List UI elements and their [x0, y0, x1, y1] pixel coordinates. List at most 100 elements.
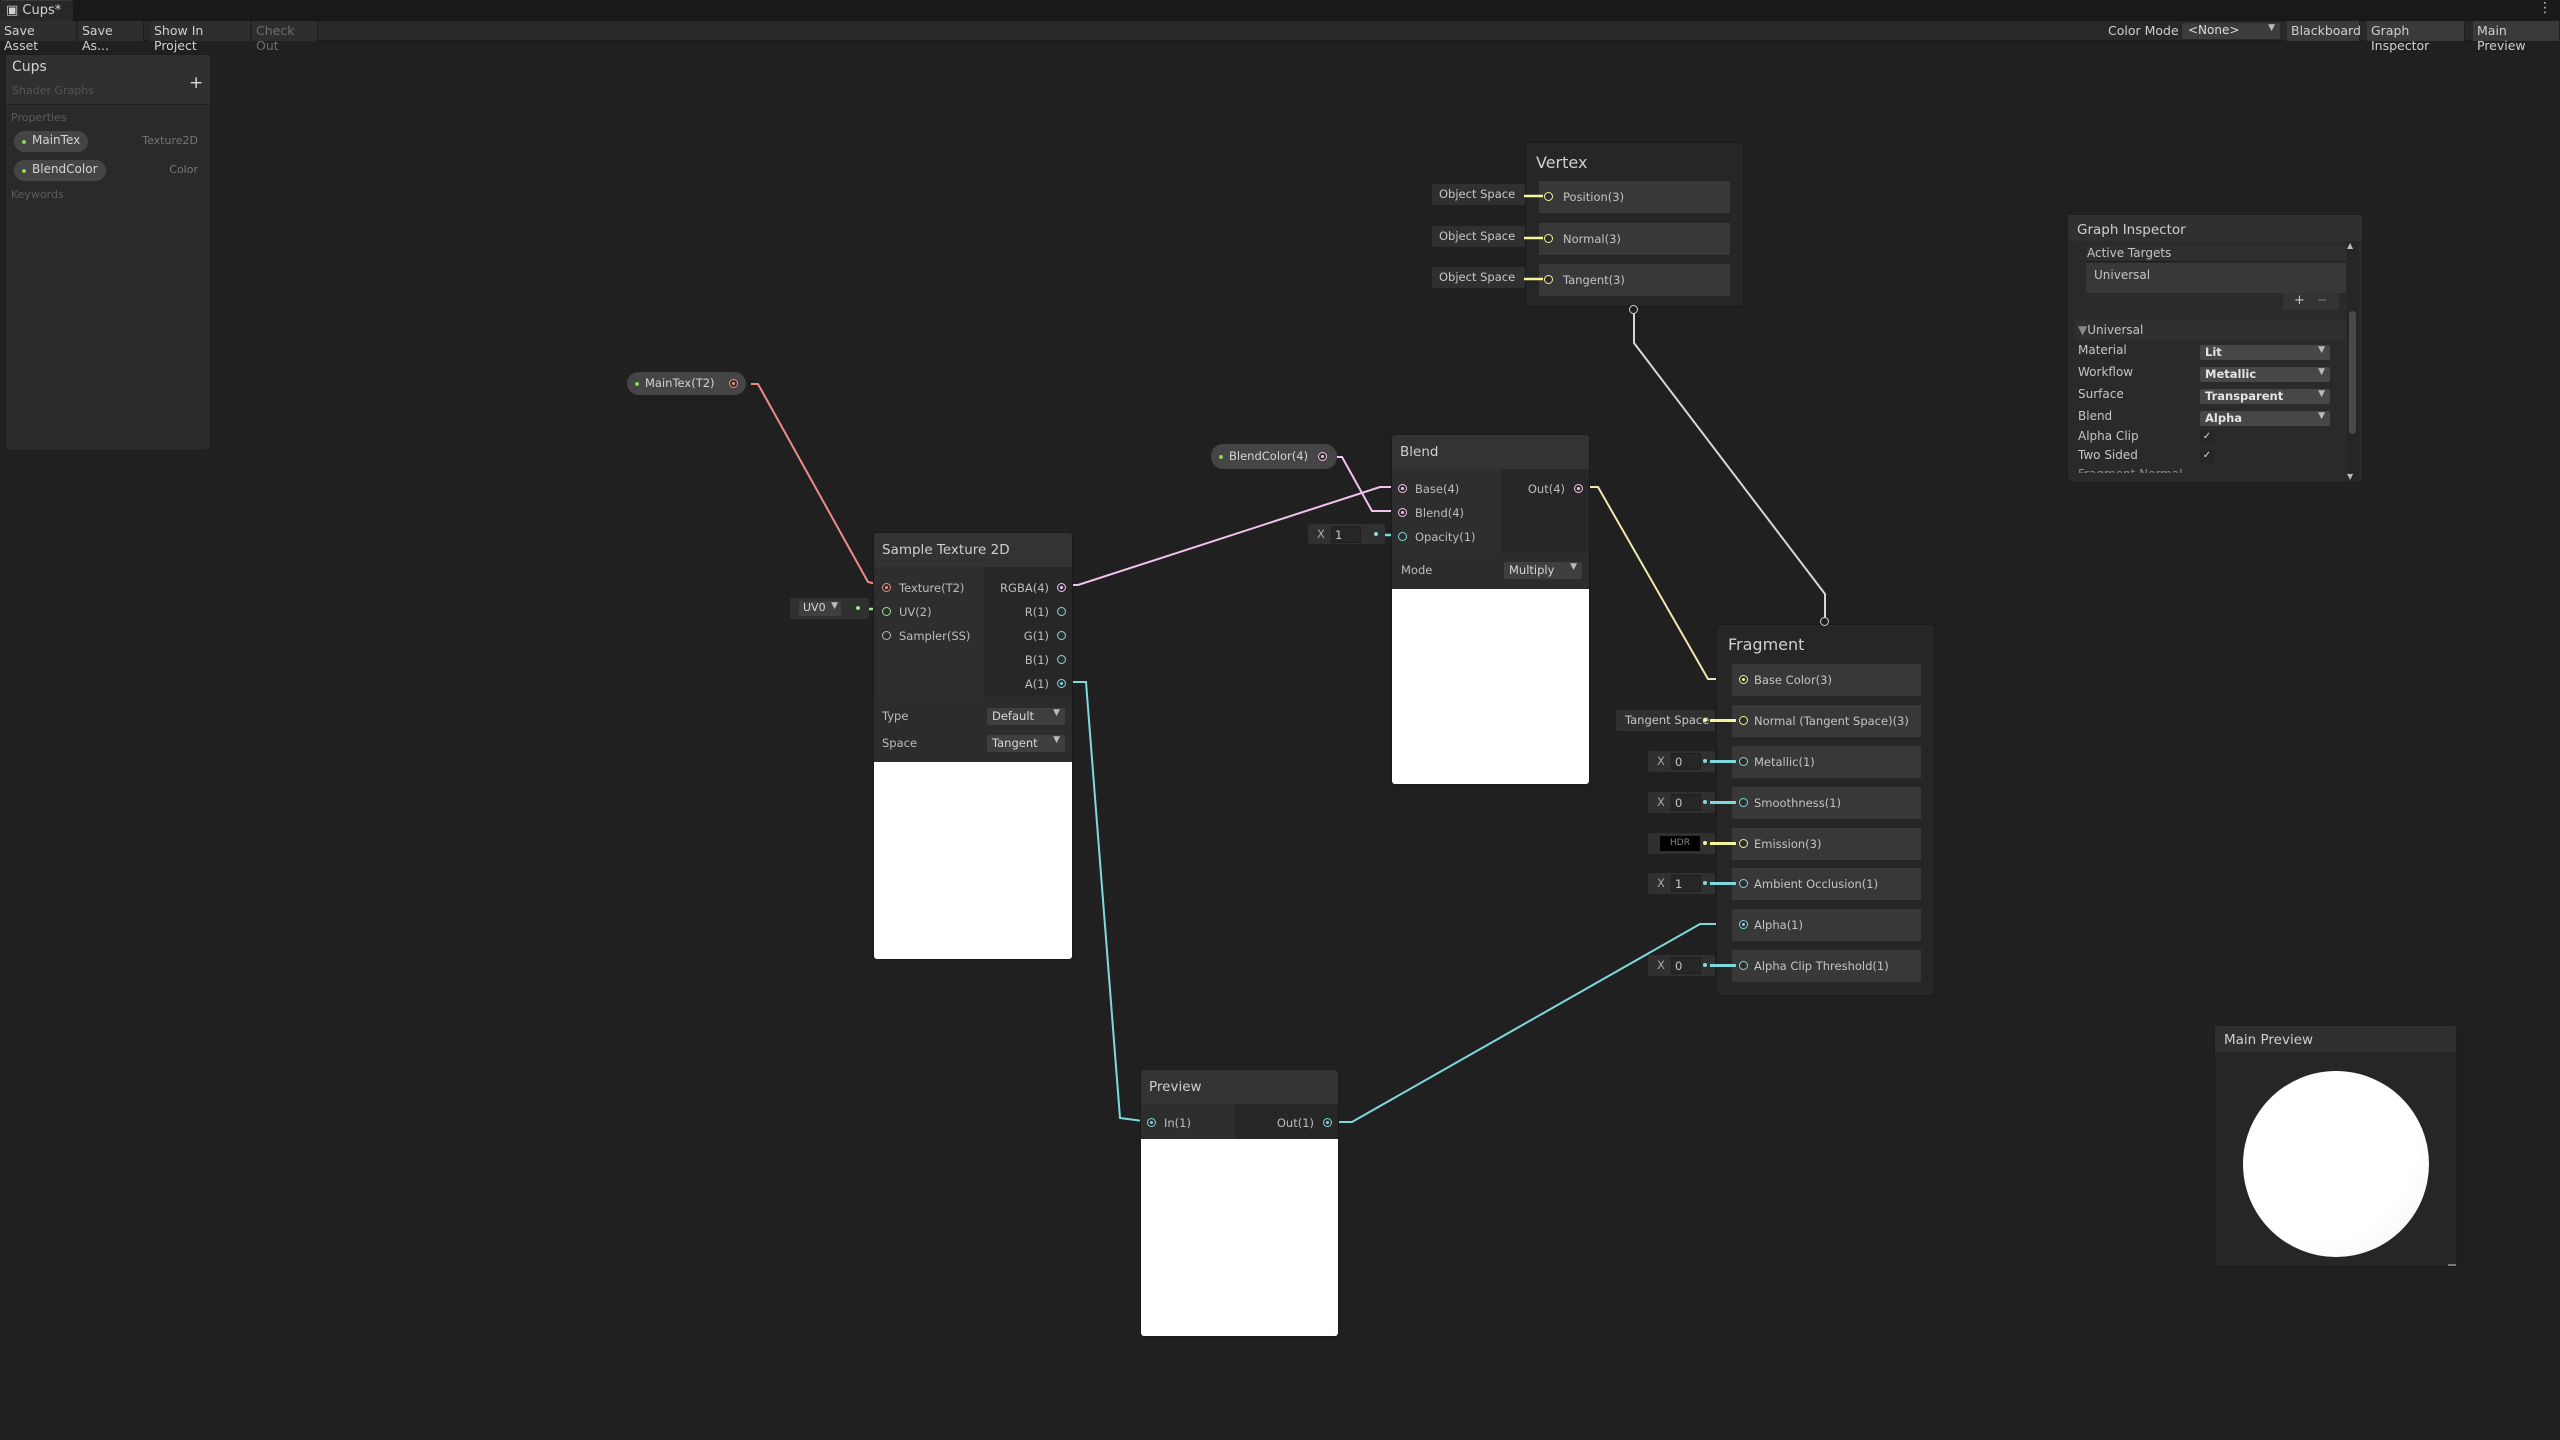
fragment-input-default[interactable]: X1 [1648, 873, 1715, 894]
universal-section-header[interactable]: ▼Universal [2074, 320, 2346, 340]
graph-inspector-toggle[interactable]: Graph Inspector [2367, 21, 2465, 53]
opacity-default[interactable]: X1 [1308, 524, 1385, 544]
edge-maintex-texture [751, 383, 886, 587]
output-r[interactable]: R(1) [1025, 605, 1049, 619]
property-type: Color [169, 163, 198, 176]
input-opacity[interactable]: Opacity(1) [1398, 530, 1476, 544]
setting-label: Two Sided [2078, 448, 2138, 462]
blend-node[interactable]: Blend Base(4) Blend(4) Opacity(1) Out(4)… [1391, 434, 1590, 785]
input-texture[interactable]: Texture(T2) [882, 581, 964, 595]
show-in-project-button[interactable]: Show In Project [150, 21, 251, 53]
output-rgba[interactable]: RGBA(4) [1000, 581, 1049, 595]
add-icon[interactable]: + [189, 73, 203, 93]
fragment-input-row[interactable]: Base Color(3) [1732, 664, 1921, 696]
input-uv[interactable]: UV(2) [882, 605, 932, 619]
blendcolor-property-node[interactable]: BlendColor(4) [1211, 444, 1337, 469]
port-icon[interactable] [1739, 839, 1748, 848]
type-dropdown[interactable]: Default ▼ [987, 708, 1065, 725]
resize-handle[interactable] [2448, 1264, 2456, 1266]
edge-vertex-fragment [1633, 310, 1826, 622]
input-blend[interactable]: Blend(4) [1398, 506, 1464, 520]
input-base[interactable]: Base(4) [1398, 482, 1459, 496]
property-maintex[interactable]: MainTex [14, 131, 89, 152]
active-targets-header: Active Targets [2086, 246, 2346, 262]
output-b[interactable]: B(1) [1025, 653, 1049, 667]
port-icon[interactable] [1739, 757, 1748, 766]
property-blendcolor[interactable]: BlendColor [14, 160, 106, 181]
property-type: Texture2D [142, 134, 198, 147]
position-default[interactable]: Object Space [1432, 184, 1525, 205]
color-mode-label: Color Mode [2108, 23, 2179, 38]
output-out[interactable]: Out(1) [1277, 1116, 1314, 1130]
port-icon[interactable] [1739, 961, 1748, 970]
check-out-button[interactable]: Check Out [252, 21, 318, 53]
input-in[interactable]: In(1) [1147, 1116, 1191, 1130]
input-sampler[interactable]: Sampler(SS) [882, 629, 970, 643]
normal-default[interactable]: Object Space [1432, 226, 1525, 247]
fragment-input-row[interactable]: Normal (Tangent Space)(3) [1732, 705, 1921, 737]
fragment-input-row[interactable]: Metallic(1) [1732, 746, 1921, 778]
fragment-input-row[interactable]: Smoothness(1) [1732, 787, 1921, 819]
output-g[interactable]: G(1) [1024, 629, 1049, 643]
surface-dropdown[interactable]: Transparent ▼ [2200, 389, 2330, 404]
two-sided-checkbox[interactable]: ✓ [2200, 449, 2214, 463]
fragment-flow-port[interactable] [1820, 617, 1829, 626]
fragment-input-row[interactable]: Emission(3) [1732, 828, 1921, 860]
preview-sphere[interactable] [2243, 1071, 2429, 1257]
material-dropdown[interactable]: Lit ▼ [2200, 345, 2330, 360]
vertex-input-position[interactable]: Position(3) [1539, 181, 1730, 213]
fragment-input-default[interactable]: Tangent Space [1616, 710, 1715, 731]
port-icon[interactable] [1739, 798, 1748, 807]
main-preview-title: Main Preview [2224, 1032, 2314, 1048]
fragment-input-default[interactable]: X0 [1648, 751, 1715, 772]
tangent-default[interactable]: Object Space [1432, 267, 1525, 288]
alpha-clip-checkbox[interactable]: ✓ [2200, 430, 2214, 444]
fragment-input-default[interactable]: X0 [1648, 792, 1715, 813]
sample-texture-2d-node[interactable]: Sample Texture 2D Texture(T2) UV(2) Samp… [873, 532, 1073, 960]
maintex-property-node[interactable]: MainTex(T2) [627, 372, 746, 395]
port-icon[interactable] [1739, 879, 1748, 888]
preview-node[interactable]: Preview In(1) Out(1) [1140, 1069, 1339, 1337]
fragment-input-row[interactable]: Alpha(1) [1732, 909, 1921, 941]
port-icon[interactable] [1739, 920, 1748, 929]
fragment-input-default[interactable]: X0 [1648, 955, 1715, 976]
fragment-input-row[interactable]: Ambient Occlusion(1) [1732, 868, 1921, 900]
setting-label: Blend [2078, 409, 2113, 423]
output-a[interactable]: A(1) [1025, 677, 1049, 691]
inspector-scrollbar[interactable]: ▲ ▼ [2347, 241, 2359, 481]
workflow-dropdown[interactable]: Metallic ▼ [2200, 367, 2330, 382]
port-icon[interactable] [1739, 716, 1748, 725]
kebab-icon[interactable]: ⋮ [2538, 0, 2552, 16]
mode-label: Mode [1401, 563, 1433, 577]
port-icon[interactable] [1739, 675, 1748, 684]
blackboard-toggle[interactable]: Blackboard [2287, 21, 2361, 41]
type-label: Type [882, 709, 909, 723]
scrollbar-thumb[interactable] [2349, 311, 2356, 434]
vertex-input-normal[interactable]: Normal(3) [1539, 223, 1730, 255]
color-mode-dropdown[interactable]: <None> ▼ [2182, 23, 2280, 39]
chevron-down-icon: ▼ [1570, 562, 1577, 572]
target-universal[interactable]: Universal [2086, 263, 2346, 293]
space-dropdown[interactable]: Tangent ▼ [987, 735, 1065, 752]
properties-label: Properties [11, 111, 67, 124]
save-as-button[interactable]: Save As... [78, 21, 144, 53]
uv-default[interactable]: UV0 ▼ [790, 598, 869, 619]
fragment-node[interactable]: Fragment Base Color(3) Normal (Tangent Sp… [1716, 624, 1935, 996]
vertex-flow-port[interactable] [1629, 305, 1638, 314]
fragment-input-row[interactable]: Alpha Clip Threshold(1) [1732, 950, 1921, 982]
main-preview-toggle[interactable]: Main Preview [2473, 21, 2560, 53]
blend-dropdown[interactable]: Alpha ▼ [2200, 411, 2330, 426]
mode-dropdown[interactable]: Multiply ▼ [1504, 562, 1582, 579]
save-asset-button[interactable]: Save Asset [0, 21, 77, 53]
setting-label: Surface [2078, 387, 2124, 401]
fragment-input-default[interactable]: HDR [1648, 833, 1715, 854]
tab-cups[interactable]: ▣ Cups* [0, 0, 73, 21]
remove-target-button[interactable]: − [2317, 293, 2328, 308]
vertex-node[interactable]: Vertex Position(3) Normal(3) Tangent(3) [1525, 142, 1744, 307]
output-out[interactable]: Out(4) [1528, 482, 1565, 496]
input-label: Emission(3) [1754, 837, 1822, 851]
add-target-button[interactable]: + [2294, 293, 2305, 308]
graph-inspector-title: Graph Inspector [2077, 222, 2186, 238]
input-label: Alpha Clip Threshold(1) [1754, 959, 1889, 973]
vertex-input-tangent[interactable]: Tangent(3) [1539, 264, 1730, 296]
